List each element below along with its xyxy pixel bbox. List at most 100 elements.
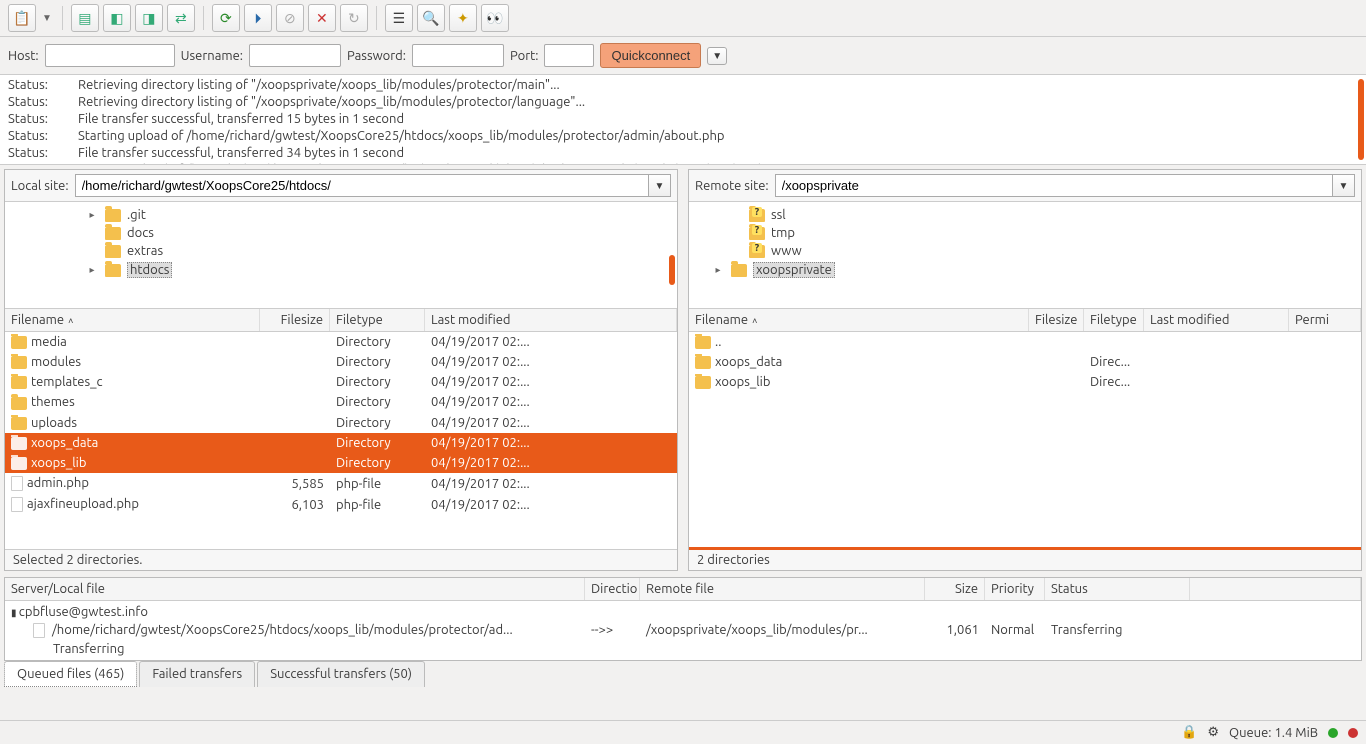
col-filename[interactable]: Filename˄ — [689, 309, 1029, 331]
tree-item-label: tmp — [771, 226, 795, 240]
file-row[interactable]: modulesDirectory04/19/2017 02:... — [5, 352, 677, 372]
tree-item[interactable]: docs — [5, 224, 677, 242]
quickconnect-button[interactable]: Quickconnect — [600, 43, 701, 68]
reconnect-button[interactable]: ↻ — [340, 4, 368, 32]
col-filesize[interactable]: Filesize — [260, 309, 330, 331]
tab-queued-files[interactable]: Queued files (465) — [4, 661, 137, 687]
transfer-queue[interactable]: Server/Local file Directio Remote file S… — [4, 577, 1362, 661]
local-tree[interactable]: ▸.git docs extras▸htdocs — [5, 201, 677, 309]
remote-tree[interactable]: ssl tmp www ▸xoopsprivate — [689, 201, 1361, 309]
tree-item[interactable]: www — [689, 242, 1361, 260]
file-row[interactable]: themesDirectory04/19/2017 02:... — [5, 392, 677, 412]
tree-item[interactable]: ssl — [689, 206, 1361, 224]
toggle-remote-tree-button[interactable]: ◨ — [135, 4, 163, 32]
site-manager-dropdown[interactable]: ▼ — [40, 12, 54, 24]
folder-icon — [11, 336, 27, 349]
log-entry: Status:File transfer successful, transfe… — [8, 111, 1358, 128]
log-entry: Status:Retrieving directory listing of "… — [8, 77, 1358, 94]
col-filetype[interactable]: Filetype — [1084, 309, 1144, 331]
site-manager-button[interactable]: 📋 — [8, 4, 36, 32]
folder-icon — [11, 457, 27, 470]
file-row[interactable]: ajaxfineupload.php6,103php-file04/19/201… — [5, 494, 677, 515]
tree-item[interactable]: ▸.git — [5, 206, 677, 224]
tree-item[interactable]: extras — [5, 242, 677, 260]
status-indicator-green — [1328, 728, 1338, 738]
file-row[interactable]: xoops_dataDirectory04/19/2017 02:... — [5, 433, 677, 453]
file-row[interactable]: xoops_libDirectory04/19/2017 02:... — [5, 453, 677, 473]
tab-failed-transfers[interactable]: Failed transfers — [139, 661, 255, 687]
lock-icon: 🔒 — [1181, 725, 1197, 740]
queue-item-row[interactable]: /home/richard/gwtest/XoopsCore25/htdocs/… — [5, 621, 1361, 640]
expander-icon[interactable]: ▸ — [711, 264, 725, 276]
sync-browse-button[interactable]: 👀 — [481, 4, 509, 32]
compare-button[interactable]: ✦ — [449, 4, 477, 32]
expander-icon[interactable]: ▸ — [85, 264, 99, 276]
tree-item[interactable]: tmp — [689, 224, 1361, 242]
local-site-label: Local site: — [11, 179, 69, 193]
gear-icon[interactable]: ⚙ — [1207, 725, 1219, 740]
username-input[interactable] — [249, 44, 341, 67]
message-log[interactable]: Status:Retrieving directory listing of "… — [0, 75, 1366, 165]
filter-button[interactable]: ☰ — [385, 4, 413, 32]
folder-icon — [105, 209, 121, 222]
folder-icon — [749, 245, 765, 258]
tree-item-label: docs — [127, 226, 154, 240]
file-row[interactable]: admin.php5,585php-file04/19/2017 02:... — [5, 473, 677, 494]
remote-path-dropdown[interactable]: ▼ — [1333, 174, 1355, 197]
port-label: Port: — [510, 49, 538, 63]
scrollbar-thumb[interactable] — [669, 255, 675, 285]
col-filesize[interactable]: Filesize — [1029, 309, 1084, 331]
toggle-local-tree-button[interactable]: ◧ — [103, 4, 131, 32]
file-row[interactable]: .. — [689, 332, 1361, 352]
queue-tabs: Queued files (465) Failed transfers Succ… — [0, 661, 1366, 687]
host-input[interactable] — [45, 44, 175, 67]
folder-icon — [695, 376, 711, 389]
col-priority[interactable]: Priority — [985, 578, 1045, 600]
local-path-dropdown[interactable]: ▼ — [649, 174, 671, 197]
col-filetype[interactable]: Filetype — [330, 309, 425, 331]
tree-item[interactable]: ▸xoopsprivate — [689, 260, 1361, 280]
remote-site-label: Remote site: — [695, 179, 769, 193]
local-status: Selected 2 directories. — [5, 549, 677, 570]
file-row[interactable]: xoops_dataDirec... — [689, 352, 1361, 372]
cancel-button[interactable]: ⊘ — [276, 4, 304, 32]
queue-server-row[interactable]: cpbfluse@gwtest.info — [5, 603, 1361, 621]
col-direction[interactable]: Directio — [585, 578, 640, 600]
file-row[interactable]: templates_cDirectory04/19/2017 02:... — [5, 372, 677, 392]
tab-successful-transfers[interactable]: Successful transfers (50) — [257, 661, 425, 687]
col-filename[interactable]: Filename˄ — [5, 309, 260, 331]
quickconnect-history-dropdown[interactable]: ▼ — [707, 47, 727, 65]
remote-path-input[interactable] — [775, 174, 1333, 197]
file-icon — [11, 497, 23, 512]
expander-icon[interactable]: ▸ — [85, 209, 99, 221]
search-button[interactable]: 🔍 — [417, 4, 445, 32]
col-permissions[interactable]: Permi — [1289, 309, 1361, 331]
process-queue-button[interactable]: ⏵ — [244, 4, 272, 32]
remote-status: 2 directories — [689, 547, 1361, 570]
tree-item-label: www — [771, 244, 802, 258]
col-modified[interactable]: Last modified — [1144, 309, 1289, 331]
toggle-log-button[interactable]: ▤ — [71, 4, 99, 32]
file-row[interactable]: uploadsDirectory04/19/2017 02:... — [5, 413, 677, 433]
password-input[interactable] — [412, 44, 504, 67]
col-local-file[interactable]: Server/Local file — [5, 578, 585, 600]
col-status[interactable]: Status — [1045, 578, 1190, 600]
col-modified[interactable]: Last modified — [425, 309, 677, 331]
quickconnect-bar: Host: Username: Password: Port: Quickcon… — [0, 37, 1366, 75]
log-entry: Status:Retrieving directory listing of "… — [8, 94, 1358, 111]
disconnect-button[interactable]: ✕ — [308, 4, 336, 32]
port-input[interactable] — [544, 44, 594, 67]
local-file-list[interactable]: Filename˄ Filesize Filetype Last modifie… — [5, 309, 677, 549]
col-remote-file[interactable]: Remote file — [640, 578, 925, 600]
col-size[interactable]: Size — [925, 578, 985, 600]
file-row[interactable]: mediaDirectory04/19/2017 02:... — [5, 332, 677, 352]
col-extra[interactable] — [1190, 578, 1361, 600]
tree-item[interactable]: ▸htdocs — [5, 260, 677, 280]
local-path-input[interactable] — [75, 174, 649, 197]
file-row[interactable]: xoops_libDirec... — [689, 372, 1361, 392]
remote-file-list[interactable]: Filename˄ Filesize Filetype Last modifie… — [689, 309, 1361, 547]
log-entry: Status:Starting upload of /home/richard/… — [8, 162, 1358, 165]
refresh-button[interactable]: ⟳ — [212, 4, 240, 32]
toggle-queue-button[interactable]: ⇄ — [167, 4, 195, 32]
sort-asc-icon: ˄ — [68, 316, 73, 326]
